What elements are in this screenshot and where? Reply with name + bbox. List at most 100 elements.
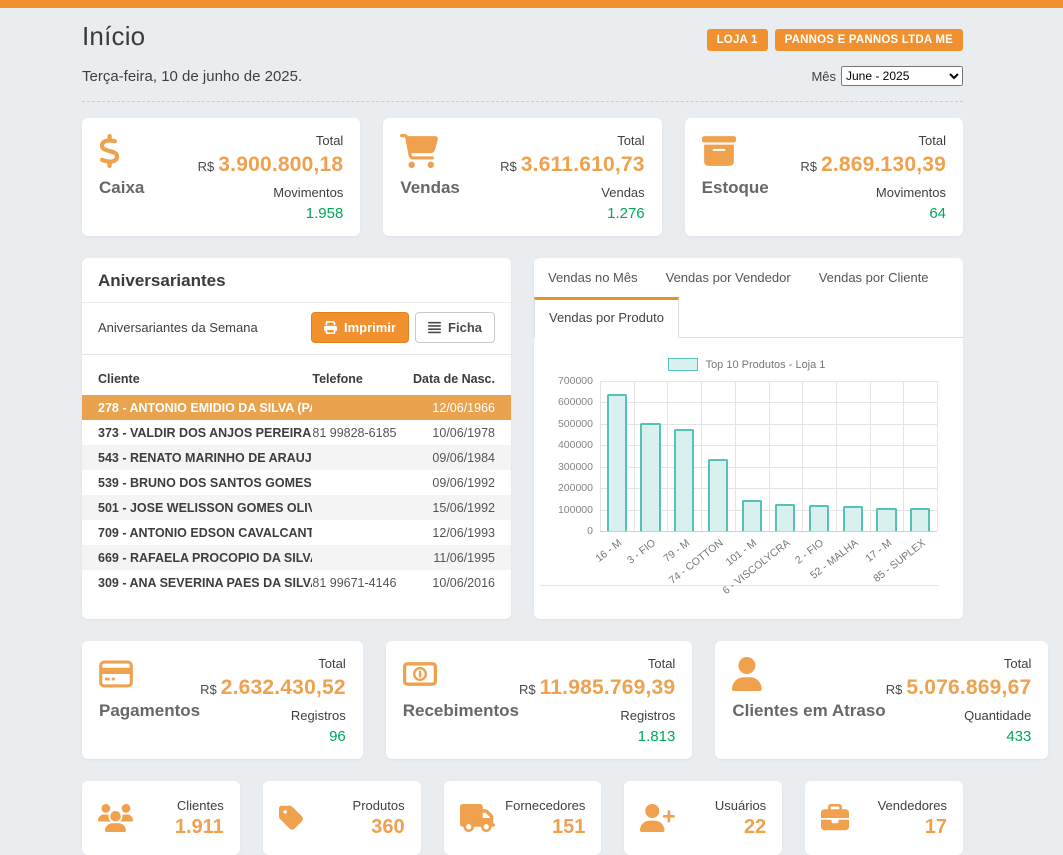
- count-value: 64: [800, 204, 946, 224]
- mini-cards-row: Clientes1.911Produtos360Fornecedores151U…: [82, 781, 963, 855]
- mini-card-label: Produtos: [353, 798, 405, 813]
- table-row[interactable]: 539 - BRUNO DOS SANTOS GOMES09/06/1992: [82, 470, 511, 495]
- mini-card-label: Vendedores: [878, 798, 947, 813]
- mini-card-value: 360: [353, 816, 405, 839]
- total-value: R$3.611.610,73: [500, 151, 644, 178]
- mini-card-label: Clientes: [175, 798, 224, 813]
- mini-card-value: 22: [715, 816, 766, 839]
- tab-vendas-no-m-s[interactable]: Vendas no Mês: [534, 258, 652, 297]
- stat-card-vendas: VendasTotalR$3.611.610,73Vendas1.276: [383, 118, 661, 236]
- month-label: Mês: [811, 69, 836, 84]
- print-button[interactable]: Imprimir: [311, 312, 409, 343]
- bar-slot: [667, 381, 701, 531]
- stat-card-title: Estoque: [702, 178, 769, 198]
- tab-vendas-por-vendedor[interactable]: Vendas por Vendedor: [652, 258, 805, 297]
- list-icon: [428, 321, 441, 334]
- store-badges: LOJA 1 PANNOS E PANNOS LTDA ME: [707, 29, 963, 51]
- bar-17-m: [876, 508, 896, 531]
- column-data-nasc: Data de Nasc.: [412, 372, 495, 386]
- store-badge-loja[interactable]: LOJA 1: [707, 29, 768, 51]
- y-tick-label: 0: [587, 525, 593, 537]
- table-row[interactable]: 309 - ANA SEVERINA PAES DA SILVA81 99671…: [82, 570, 511, 595]
- table-row[interactable]: 373 - VALDIR DOS ANJOS PEREIRA (AN...81 …: [82, 420, 511, 445]
- bar-85-suplex: [910, 508, 930, 531]
- cell-cliente: 543 - RENATO MARINHO DE ARAUJO (F...: [98, 451, 312, 465]
- birthdays-table-header: Cliente Telefone Data de Nasc.: [82, 364, 511, 395]
- mini-card-value: 17: [878, 816, 947, 839]
- table-row[interactable]: 543 - RENATO MARINHO DE ARAUJO (F...09/0…: [82, 445, 511, 470]
- cell-data-nasc: 11/06/1995: [412, 551, 495, 565]
- page-header: Início LOJA 1 PANNOS E PANNOS LTDA ME: [82, 8, 963, 52]
- bar-74-cotton: [708, 459, 728, 531]
- credit-card-icon: [99, 656, 200, 692]
- date-row: Terça-feira, 10 de junho de 2025. Mês Ju…: [82, 66, 963, 102]
- table-row[interactable]: 669 - RAFAELA PROCOPIO DA SILVA CA...11/…: [82, 545, 511, 570]
- gridline-vertical: [937, 381, 938, 531]
- bar-slot: [903, 381, 937, 531]
- y-tick-label: 200000: [558, 482, 593, 494]
- bar-16-m: [607, 394, 627, 531]
- cell-data-nasc: 12/06/1966: [412, 401, 495, 415]
- birthdays-rows: 278 - ANTONIO EMIDIO DA SILVA (PALE...12…: [82, 395, 511, 595]
- cart-icon: [400, 133, 460, 169]
- tab-vendas-por-cliente[interactable]: Vendas por Cliente: [805, 258, 943, 297]
- mini-card-value: 1.911: [175, 816, 224, 839]
- x-tick-label: 16 - M: [593, 537, 624, 565]
- month-select[interactable]: June - 2025: [841, 66, 963, 86]
- stat-card-pagamentos: PagamentosTotalR$2.632.430,52Registros96: [82, 641, 363, 759]
- mini-card-produtos: Produtos 360: [263, 781, 421, 855]
- birthdays-panel: Aniversariantes Aniversariantes da Seman…: [82, 258, 511, 619]
- count-label: Quantidade: [886, 708, 1032, 725]
- page-title: Início: [82, 21, 145, 52]
- bar-slot: [600, 381, 634, 531]
- table-row[interactable]: 501 - JOSE WELISSON GOMES OLIVEIR...15/0…: [82, 495, 511, 520]
- count-label: Registros: [519, 708, 675, 725]
- column-telefone: Telefone: [312, 372, 411, 386]
- chart-title: Top 10 Produtos - Loja 1: [706, 359, 826, 371]
- y-tick-label: 600000: [558, 396, 593, 408]
- count-value: 1.813: [519, 727, 675, 747]
- table-row[interactable]: 278 - ANTONIO EMIDIO DA SILVA (PALE...12…: [82, 395, 511, 420]
- column-cliente: Cliente: [98, 372, 312, 386]
- bars-layer: [600, 381, 937, 531]
- bar-slot: [836, 381, 870, 531]
- count-label: Movimentos: [198, 185, 344, 202]
- currency-symbol: R$: [886, 682, 903, 697]
- sales-chart-panel: Vendas no MêsVendas por VendedorVendas p…: [534, 258, 963, 619]
- mini-card-vendedores: Vendedores 17: [805, 781, 963, 855]
- bar-79-m: [674, 429, 694, 531]
- stat-card-title: Recebimentos: [403, 701, 519, 721]
- bar-slot: [870, 381, 904, 531]
- bar-slot: [701, 381, 735, 531]
- store-badge-company[interactable]: PANNOS E PANNOS LTDA ME: [775, 29, 963, 51]
- total-value: R$5.076.869,67: [886, 674, 1032, 701]
- middle-panels: Aniversariantes Aniversariantes da Seman…: [82, 258, 963, 619]
- mini-card-label: Usuários: [715, 798, 766, 813]
- stat-card-caixa: CaixaTotalR$3.900.800,18Movimentos1.958: [82, 118, 360, 236]
- users-icon: [98, 804, 133, 832]
- total-value: R$11.985.769,39: [519, 674, 675, 701]
- count-label: Vendas: [500, 185, 644, 202]
- total-label: Total: [200, 656, 346, 673]
- bar-slot: [735, 381, 769, 531]
- stat-card-title: Vendas: [400, 178, 460, 198]
- mini-card-clientes: Clientes 1.911: [82, 781, 240, 855]
- cell-cliente: 501 - JOSE WELISSON GOMES OLIVEIR...: [98, 501, 312, 515]
- currency-symbol: R$: [800, 159, 817, 174]
- dashboard: Início LOJA 1 PANNOS E PANNOS LTDA ME Te…: [82, 8, 963, 855]
- y-tick-label: 300000: [558, 461, 593, 473]
- stat-card-title: Clientes em Atraso: [732, 701, 885, 721]
- ficha-button[interactable]: Ficha: [415, 312, 495, 343]
- cell-data-nasc: 09/06/1992: [412, 476, 495, 490]
- count-value: 96: [200, 727, 346, 747]
- mini-card-value: 151: [505, 816, 585, 839]
- stat-cards-top: CaixaTotalR$3.900.800,18Movimentos1.958 V…: [82, 118, 963, 236]
- total-label: Total: [198, 133, 344, 150]
- table-row[interactable]: 709 - ANTONIO EDSON CAVALCANTE D...12/06…: [82, 520, 511, 545]
- bar-slot: [634, 381, 668, 531]
- tab-vendas-por-produto[interactable]: Vendas por Produto: [534, 297, 679, 338]
- cell-cliente: 709 - ANTONIO EDSON CAVALCANTE D...: [98, 526, 312, 540]
- bar-52-malha: [843, 506, 863, 531]
- amount: 11.985.769,39: [540, 676, 676, 699]
- mini-card-usu-rios: Usuários 22: [624, 781, 782, 855]
